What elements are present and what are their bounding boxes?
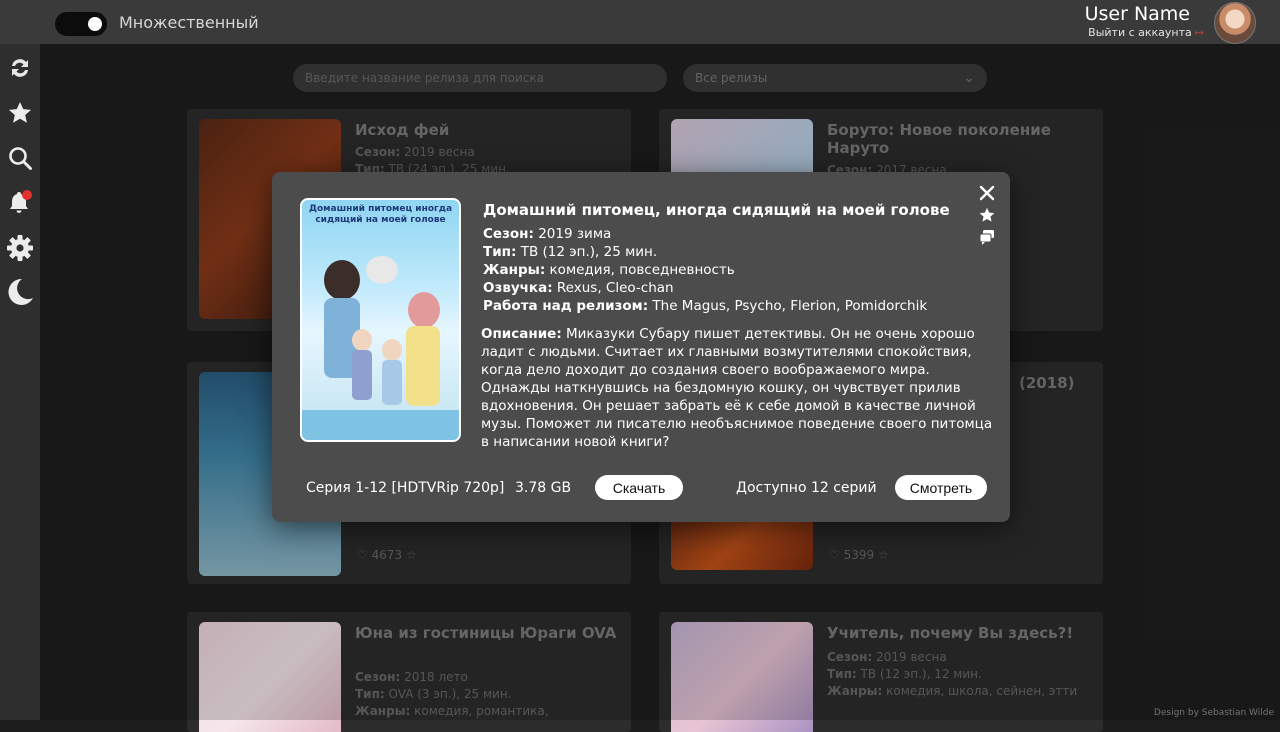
sidebar — [0, 0, 40, 720]
toggle-knob — [88, 17, 102, 31]
season-row: Сезон: 2019 зима — [483, 226, 611, 242]
voice-label: Озвучка: — [483, 280, 553, 296]
user-name: User Name — [1084, 3, 1190, 25]
description-label: Описание: — [481, 326, 562, 342]
season-value: 2019 зима — [538, 226, 612, 242]
search-icon[interactable] — [0, 138, 40, 178]
watch-button[interactable]: Смотреть — [895, 475, 987, 500]
moon-icon[interactable] — [0, 272, 40, 312]
type-value: ТВ (12 эп.), 25 мин. — [520, 244, 658, 260]
refresh-icon[interactable] — [0, 48, 40, 88]
series-info: Серия 1-12 [HDTVRip 720p] — [306, 480, 505, 496]
poster-art — [302, 256, 459, 440]
multi-mode-toggle[interactable] — [55, 12, 107, 36]
release-poster: Домашний питомец иногда сидящий на моей … — [300, 198, 461, 442]
download-button[interactable]: Скачать — [595, 475, 683, 500]
available-episodes: Доступно 12 серий — [736, 480, 877, 496]
logout-link[interactable]: Выйти с аккаунта ↦ — [1088, 26, 1204, 39]
release-title: Домашний питомец, иногда сидящий на моей… — [483, 201, 950, 219]
close-icon[interactable] — [978, 184, 996, 202]
favorite-star-icon[interactable] — [978, 206, 996, 224]
gear-icon[interactable] — [0, 228, 40, 268]
type-label: Тип: — [483, 244, 517, 260]
voice-value: Rexus, Cleo-chan — [556, 280, 674, 296]
comments-icon[interactable] — [978, 228, 996, 246]
genres-row: Жанры: комедия, повседневность — [483, 262, 735, 278]
release-details-modal: Домашний питомец иногда сидящий на моей … — [272, 172, 1010, 522]
voice-row: Озвучка: Rexus, Cleo-chan — [483, 280, 674, 296]
star-icon[interactable] — [0, 93, 40, 133]
bell-icon[interactable] — [0, 182, 40, 222]
top-bar: Множественный User Name Выйти с аккаунта… — [0, 0, 1280, 44]
type-row: Тип: ТВ (12 эп.), 25 мин. — [483, 244, 657, 260]
work-value: The Magus, Psycho, Flerion, Pomidorchik — [652, 298, 928, 314]
logout-icon: ↦ — [1194, 26, 1204, 39]
description: Описание: Миказуки Субару пишет детектив… — [481, 325, 993, 451]
mode-label: Множественный — [119, 13, 259, 32]
file-size: 3.78 GB — [515, 480, 572, 496]
logout-label: Выйти с аккаунта — [1088, 26, 1192, 39]
season-label: Сезон: — [483, 226, 534, 242]
description-text: Миказуки Субару пишет детективы. Он не о… — [481, 326, 993, 450]
work-label: Работа над релизом: — [483, 298, 649, 314]
work-row: Работа над релизом: The Magus, Psycho, F… — [483, 298, 927, 314]
modal-actions — [978, 184, 996, 250]
avatar[interactable] — [1214, 2, 1256, 44]
genres-value: комедия, повседневность — [549, 262, 735, 278]
genres-label: Жанры: — [483, 262, 546, 278]
